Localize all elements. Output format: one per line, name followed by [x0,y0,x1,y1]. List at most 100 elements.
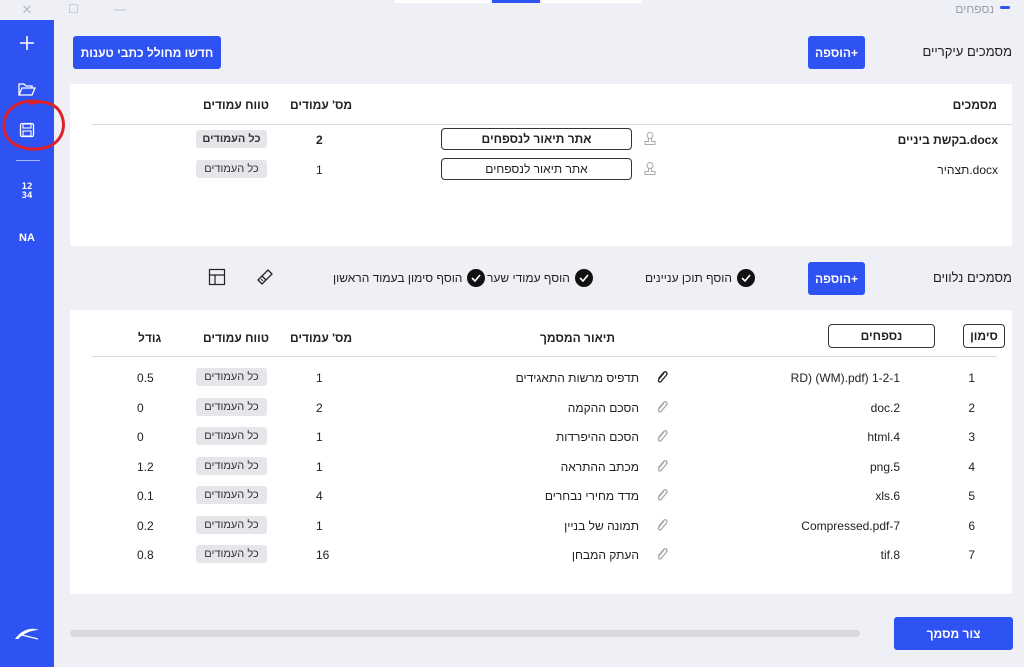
page-count: 2 [316,400,323,415]
page-count: 2 [316,133,323,147]
file-name: html.4 [867,430,900,444]
row-number: 3 [968,430,975,444]
page-count: 1 [316,518,323,533]
page-range-pill[interactable]: כל העמודים [196,515,267,534]
create-document-button[interactable]: צור מסמך [894,617,1013,650]
row-number: 7 [968,548,975,562]
file-size: 1.2 [137,459,154,474]
row-number: 5 [968,489,975,503]
top-tab-left[interactable] [395,0,490,3]
renew-generator-button[interactable]: חדשו מחולל כתבי טענות [73,36,221,69]
page-count: 1 [316,459,323,474]
stamp-icon[interactable] [643,131,657,147]
paperclip-icon[interactable] [655,487,669,503]
table-layout-icon[interactable] [208,268,226,286]
main-docs-title: מסמכים עיקריים [922,44,1013,59]
header-page-count: מס' עמודים [290,331,353,345]
page-range-pill[interactable]: כל העמודים [196,160,267,178]
option-label: הוסף תוכן עניינים [645,271,733,285]
stamp-icon[interactable] [643,161,657,177]
folder-open-icon[interactable] [0,78,54,100]
option-first-page-mark[interactable]: הוסף סימון בעמוד הראשון [333,269,486,287]
header-documents: מסמכים [952,98,997,112]
check-icon[interactable] [737,269,756,287]
header-divider [92,124,1012,125]
file-size: 0.8 [137,548,154,562]
file-size: 0.1 [137,489,154,503]
page-range-pill[interactable]: כל העמודים [196,486,267,504]
header-page-count: מס' עמודים [290,98,353,112]
window-title: נספחים [955,2,994,16]
file-size: 0 [137,400,144,415]
file-size: 0.2 [137,518,154,533]
file-size: 0 [137,430,144,444]
file-name: xls.6 [875,489,900,503]
attachments-panel: סימון נספחים תיאור המסמך מס' עמודים טווח… [70,310,1012,594]
find-description-button[interactable]: אתר תיאור לנספחים [441,128,632,150]
top-tab-right[interactable] [542,0,642,3]
main-docs-panel: מסמכים מס' עמודים טווח עמודים בקשת ביניי… [70,84,1012,246]
check-icon[interactable] [574,269,593,287]
doc-name: תצהיר.docx [937,163,998,177]
page-range-pill[interactable]: כל העמודים [196,456,267,475]
option-label: הוסף עמודי שער [487,271,570,285]
progress-bar [70,630,860,637]
main-docs-add-button[interactable]: הוספה+ [808,36,865,69]
appendices-button[interactable]: נספחים [828,324,935,348]
save-icon[interactable] [0,119,54,141]
minimize-window-icon[interactable]: — [114,2,126,16]
page-range-pill[interactable]: כל העמודים [196,368,267,386]
title-bar: ☐ — נספחים [54,0,1024,20]
file-name: RD) (WM).pdf) 1-2-1 [790,371,900,385]
file-name: doc.2 [870,400,900,415]
page-count: 1 [316,430,323,444]
close-window-icon[interactable]: ✕ [0,2,54,18]
description: תמונה של בניין [564,518,639,533]
page-count: 16 [316,548,330,562]
description: הסכם ההקמה [567,400,639,415]
plus-icon[interactable] [0,32,54,54]
header-divider [92,356,997,357]
option-label: הוסף סימון בעמוד הראשון [333,271,463,285]
find-description-button[interactable]: אתר תיאור לנספחים [441,158,632,180]
file-size: 0.5 [137,371,154,385]
sidebar-divider [16,160,40,161]
font-size-icon[interactable]: NA [0,227,54,249]
row-number: 6 [968,518,975,533]
check-icon[interactable] [467,269,486,287]
attachments-title: מסמכים נלווים [932,270,1012,285]
row-number: 4 [968,459,975,474]
page-range-pill[interactable]: כל העמודים [196,545,267,563]
page-range-pill[interactable]: כל העמודים [196,397,267,416]
description: מכתב ההתראה [560,459,639,474]
paperclip-icon[interactable] [655,517,669,533]
paperclip-icon[interactable] [655,399,669,415]
header-page-range: טווח עמודים [203,98,269,112]
app-logo-icon [1000,6,1010,9]
brush-icon[interactable] [256,268,274,286]
file-name: png.5 [869,459,900,474]
numbering-icon[interactable]: 12 34 [0,181,54,203]
row-number: 2 [968,400,975,415]
option-table-of-contents[interactable]: הוסף תוכן עניינים [645,269,756,287]
file-name: Compressed.pdf-7 [801,518,900,533]
description: העתק המבחן [571,548,639,562]
top-tab-active[interactable] [492,0,540,3]
maximize-window-icon[interactable]: ☐ [68,2,79,16]
attachments-add-button[interactable]: הוספה+ [808,262,865,295]
paperclip-icon[interactable] [655,428,669,444]
file-name: tif.8 [880,548,900,562]
option-cover-pages[interactable]: הוסף עמודי שער [487,269,593,287]
signature-icon[interactable] [0,624,54,644]
page-range-pill[interactable]: כל העמודים [196,427,267,445]
paperclip-icon[interactable] [655,458,669,474]
paperclip-icon[interactable] [655,369,669,385]
description: מדד מחירי נבחרים [544,489,639,503]
page-range-pill[interactable]: כל העמודים [196,130,267,148]
page-count: 4 [316,489,323,503]
mark-button[interactable]: סימון [963,324,1005,348]
header-page-range: טווח עמודים [203,331,269,345]
paperclip-icon[interactable] [655,546,669,562]
left-sidebar: ✕ 12 34 NA [0,0,54,667]
description: תדפיס מרשות התאגידים [515,371,639,385]
